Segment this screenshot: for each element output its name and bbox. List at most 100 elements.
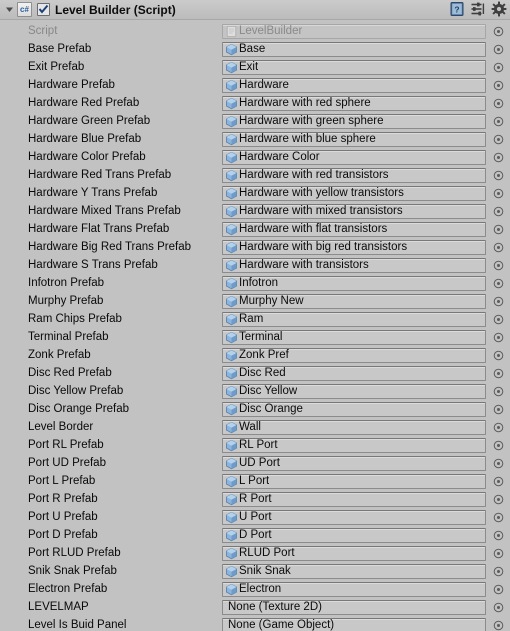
object-picker-icon[interactable] <box>493 134 504 145</box>
object-picker-icon[interactable] <box>493 368 504 379</box>
object-picker-button[interactable] <box>491 240 505 254</box>
object-field[interactable]: Zonk Pref <box>222 347 486 363</box>
object-picker-button[interactable] <box>491 150 505 164</box>
object-picker-icon[interactable] <box>493 422 504 433</box>
object-picker-icon[interactable] <box>493 26 504 37</box>
object-picker-icon[interactable] <box>493 548 504 559</box>
object-field[interactable]: Hardware <box>222 77 486 93</box>
object-picker-icon[interactable] <box>493 314 504 325</box>
object-field[interactable]: R Port <box>222 491 486 507</box>
object-picker-icon[interactable] <box>493 260 504 271</box>
object-field[interactable]: Exit <box>222 59 486 75</box>
object-field[interactable]: None (Texture 2D) <box>222 599 486 615</box>
object-field[interactable]: RLUD Port <box>222 545 486 561</box>
object-picker-button[interactable] <box>491 330 505 344</box>
object-picker-button[interactable] <box>491 546 505 560</box>
object-field[interactable]: Hardware with big red transistors <box>222 239 486 255</box>
object-field[interactable]: Hardware with red sphere <box>222 95 486 111</box>
object-field[interactable]: Hardware with yellow transistors <box>222 185 486 201</box>
object-field[interactable]: Hardware with flat transistors <box>222 221 486 237</box>
object-picker-icon[interactable] <box>493 350 504 361</box>
object-field[interactable]: Infotron <box>222 275 486 291</box>
object-picker-icon[interactable] <box>493 530 504 541</box>
object-picker-icon[interactable] <box>493 404 504 415</box>
object-picker-icon[interactable] <box>493 242 504 253</box>
object-field[interactable]: D Port <box>222 527 486 543</box>
object-picker-button[interactable] <box>491 420 505 434</box>
object-picker-button[interactable] <box>491 132 505 146</box>
object-picker-icon[interactable] <box>493 206 504 217</box>
object-picker-icon[interactable] <box>493 584 504 595</box>
object-picker-button[interactable] <box>491 492 505 506</box>
object-field[interactable]: Disc Red <box>222 365 486 381</box>
object-picker-icon[interactable] <box>493 296 504 307</box>
object-picker-button[interactable] <box>491 618 505 631</box>
object-field[interactable]: Base <box>222 41 486 57</box>
object-picker-button[interactable] <box>491 456 505 470</box>
component-header[interactable]: c# Level Builder (Script) ? <box>0 0 510 20</box>
object-picker-icon[interactable] <box>493 512 504 523</box>
object-picker-button[interactable] <box>491 528 505 542</box>
object-picker-icon[interactable] <box>493 188 504 199</box>
object-picker-icon[interactable] <box>493 116 504 127</box>
object-picker-button[interactable] <box>491 60 505 74</box>
object-picker-button[interactable] <box>491 114 505 128</box>
object-field[interactable]: Murphy New <box>222 293 486 309</box>
object-picker-button[interactable] <box>491 312 505 326</box>
object-field[interactable]: Disc Orange <box>222 401 486 417</box>
object-field[interactable]: Terminal <box>222 329 486 345</box>
object-picker-icon[interactable] <box>493 170 504 181</box>
object-picker-button[interactable] <box>491 294 505 308</box>
object-picker-button[interactable] <box>491 474 505 488</box>
object-picker-button[interactable] <box>491 204 505 218</box>
object-picker-icon[interactable] <box>493 224 504 235</box>
component-enabled-checkbox[interactable] <box>37 3 50 16</box>
object-field[interactable]: Hardware with transistors <box>222 257 486 273</box>
object-picker-button[interactable] <box>491 78 505 92</box>
object-picker-icon[interactable] <box>493 62 504 73</box>
object-picker-button[interactable] <box>491 582 505 596</box>
object-field[interactable]: Hardware with green sphere <box>222 113 486 129</box>
object-field[interactable]: UD Port <box>222 455 486 471</box>
object-picker-icon[interactable] <box>493 620 504 631</box>
object-field[interactable]: Hardware with blue sphere <box>222 131 486 147</box>
object-picker-button[interactable] <box>491 258 505 272</box>
object-picker-icon[interactable] <box>493 602 504 613</box>
object-picker-icon[interactable] <box>493 332 504 343</box>
object-field[interactable]: L Port <box>222 473 486 489</box>
settings-gear-icon[interactable] <box>491 1 507 17</box>
object-field[interactable]: Hardware with mixed transistors <box>222 203 486 219</box>
object-field[interactable]: Hardware Color <box>222 149 486 165</box>
object-picker-icon[interactable] <box>493 98 504 109</box>
object-picker-icon[interactable] <box>493 152 504 163</box>
object-field[interactable]: Snik Snak <box>222 563 486 579</box>
object-picker-button[interactable] <box>491 600 505 614</box>
object-picker-button[interactable] <box>491 42 505 56</box>
object-picker-icon[interactable] <box>493 44 504 55</box>
object-picker-button[interactable] <box>491 222 505 236</box>
object-picker-icon[interactable] <box>493 278 504 289</box>
object-picker-icon[interactable] <box>493 494 504 505</box>
object-picker-icon[interactable] <box>493 476 504 487</box>
object-picker-icon[interactable] <box>493 80 504 91</box>
object-picker-button[interactable] <box>491 438 505 452</box>
object-picker-button[interactable] <box>491 168 505 182</box>
help-icon[interactable]: ? <box>449 1 465 17</box>
object-picker-icon[interactable] <box>493 440 504 451</box>
object-picker-icon[interactable] <box>493 566 504 577</box>
object-picker-button[interactable] <box>491 510 505 524</box>
preset-icon[interactable] <box>470 1 486 17</box>
object-field[interactable]: Ram <box>222 311 486 327</box>
foldout-triangle-icon[interactable] <box>3 3 16 16</box>
object-picker-button[interactable] <box>491 384 505 398</box>
object-picker-button[interactable] <box>491 276 505 290</box>
object-picker-icon[interactable] <box>493 458 504 469</box>
object-field[interactable]: Electron <box>222 581 486 597</box>
object-picker-button[interactable] <box>491 24 505 38</box>
object-picker-button[interactable] <box>491 402 505 416</box>
object-field[interactable]: None (Game Object) <box>222 617 486 631</box>
object-field[interactable]: RL Port <box>222 437 486 453</box>
object-picker-button[interactable] <box>491 564 505 578</box>
object-picker-button[interactable] <box>491 186 505 200</box>
object-picker-button[interactable] <box>491 96 505 110</box>
